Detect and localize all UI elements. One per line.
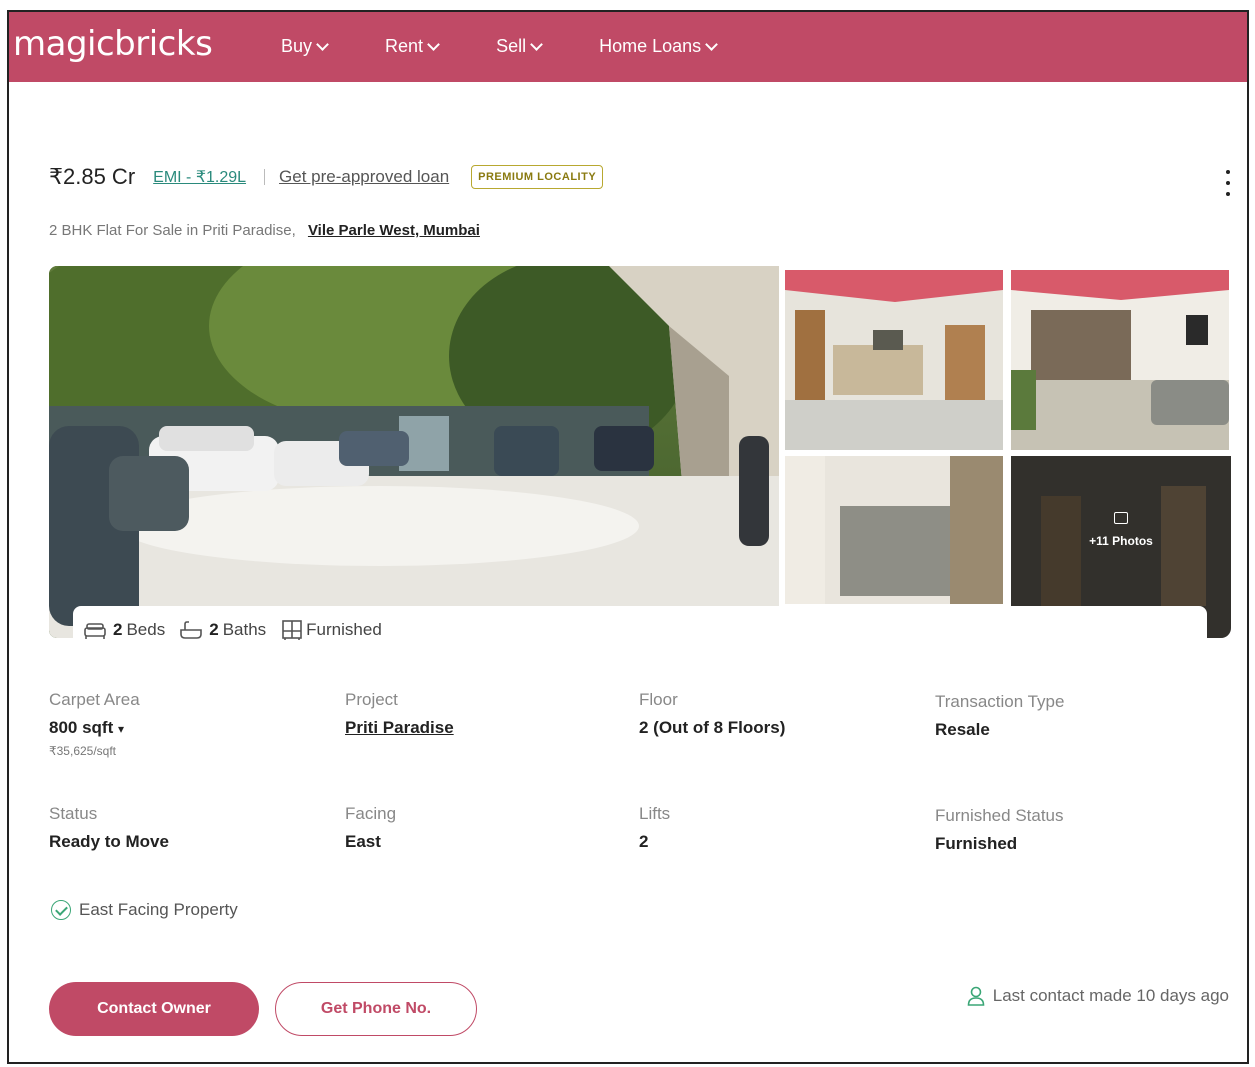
feature-furnishing: Furnished [280, 619, 382, 641]
baths-count: 2 [209, 620, 219, 639]
detail-label: Status [49, 804, 98, 823]
chevron-down-icon [427, 37, 440, 51]
chevron-down-icon [705, 37, 719, 51]
photo-thumbnail[interactable] [785, 270, 1003, 450]
features-bar: 2 Beds 2 Baths Furnished [73, 606, 1207, 654]
feature-beds: 2 Beds [83, 620, 165, 640]
price-row: ₹2.85 Cr EMI - ₹1.29L Get pre-approved l… [49, 164, 604, 190]
pre-approved-loan-link[interactable]: Get pre-approved loan [279, 167, 449, 187]
detail-label: Project [345, 690, 398, 709]
project-link[interactable]: Priti Paradise [345, 718, 454, 738]
price: ₹2.85 Cr [49, 164, 136, 189]
top-navbar: magicbricks Buy Rent Sell Home Loans [9, 12, 1247, 82]
nav-home-loans[interactable]: Home Loans [599, 36, 719, 57]
photo-thumbnail[interactable] [785, 456, 1003, 604]
detail-value: Furnished [935, 834, 1018, 853]
detail-status: Status Ready to Move [49, 804, 169, 852]
nav-buy[interactable]: Buy [281, 36, 329, 57]
last-contact-text: Last contact made 10 days ago [992, 986, 1229, 1005]
bathtub-icon [180, 621, 203, 639]
user-icon [967, 986, 985, 1006]
furnishing-label: Furnished [306, 620, 382, 639]
photo-thumbnail[interactable] [1011, 270, 1229, 450]
emi-link[interactable]: EMI - ₹1.29L [153, 167, 246, 187]
detail-value: East [345, 832, 381, 851]
image-icon [1114, 512, 1128, 524]
main-nav: Buy Rent Sell Home Loans [281, 36, 774, 57]
nav-sell[interactable]: Sell [496, 36, 543, 57]
wardrobe-icon [282, 620, 302, 640]
magicbricks-logo[interactable]: magicbricks [13, 24, 213, 64]
detail-label: Lifts [639, 804, 671, 823]
detail-project: Project Priti Paradise [345, 690, 454, 738]
detail-facing: Facing East [345, 804, 396, 852]
detail-carpet-area: Carpet Area 800 sqft ▾ ₹35,625/sqft [49, 690, 140, 758]
east-facing-highlight: East Facing Property [51, 900, 238, 920]
nav-rent[interactable]: Rent [385, 36, 440, 57]
detail-transaction-type: Transaction Type Resale [935, 692, 1064, 740]
nav-rent-label: Rent [385, 36, 424, 56]
divider [264, 169, 266, 185]
more-photos-button[interactable]: +11 Photos [1011, 456, 1231, 604]
detail-value: 2 [639, 832, 649, 851]
detail-label: Transaction Type [935, 692, 1065, 711]
contact-owner-button[interactable]: Contact Owner [49, 982, 259, 1036]
chevron-down-icon [316, 37, 329, 51]
more-options-icon[interactable] [1225, 170, 1231, 196]
detail-furnished-status: Furnished Status Furnished [935, 806, 1064, 854]
check-circle-icon [51, 900, 71, 920]
photos-count: +11 Photos [1089, 534, 1153, 548]
detail-label: Carpet Area [49, 690, 140, 709]
last-contact-info: Last contact made 10 days ago [967, 986, 1229, 1006]
detail-lifts: Lifts 2 [639, 804, 670, 852]
listing-subtitle: 2 BHK Flat For Sale in Priti Paradise, V… [49, 222, 480, 239]
detail-label: Floor [639, 690, 678, 709]
baths-label: Baths [222, 620, 267, 639]
beds-count: 2 [113, 620, 123, 639]
nav-buy-label: Buy [281, 36, 313, 56]
listing-card: magicbricks Buy Rent Sell Home Loans ₹2.… [7, 10, 1249, 1064]
highlight-text: East Facing Property [79, 900, 238, 919]
main-photo[interactable] [49, 266, 779, 638]
price-per-sqft: ₹35,625/sqft [49, 744, 117, 758]
detail-floor: Floor 2 (Out of 8 Floors) [639, 690, 785, 738]
detail-value: Ready to Move [49, 832, 169, 851]
nav-home-loans-label: Home Loans [599, 36, 702, 56]
get-phone-button[interactable]: Get Phone No. [275, 982, 477, 1036]
detail-label: Furnished Status [935, 806, 1064, 825]
chevron-down-icon [530, 37, 543, 51]
location-link[interactable]: Vile Parle West, Mumbai [308, 222, 480, 239]
beds-label: Beds [126, 620, 166, 639]
detail-value: 2 (Out of 8 Floors) [639, 718, 786, 737]
listing-title: 2 BHK Flat For Sale in Priti Paradise, [49, 222, 296, 239]
detail-label: Facing [345, 804, 397, 823]
detail-value[interactable]: 800 sqft ▾ [49, 718, 140, 738]
photo-gallery: +11 Photos [49, 266, 1231, 638]
nav-sell-label: Sell [496, 36, 527, 56]
detail-value: Resale [935, 720, 990, 739]
premium-locality-badge: PREMIUM LOCALITY [471, 165, 604, 189]
feature-baths: 2 Baths [179, 620, 266, 640]
bed-icon [84, 623, 106, 639]
